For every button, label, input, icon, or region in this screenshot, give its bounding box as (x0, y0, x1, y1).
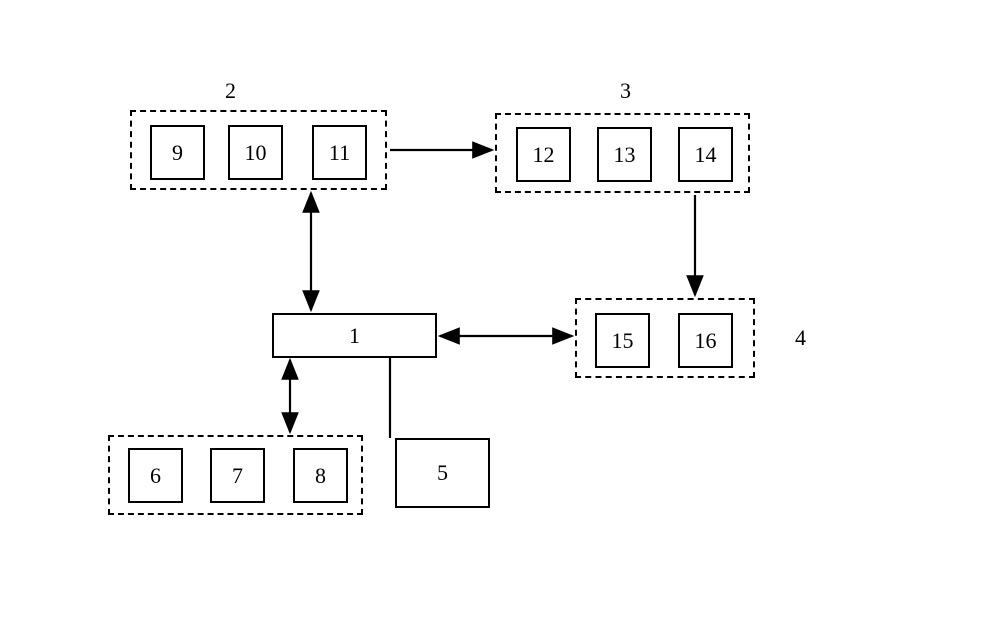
node-7-label: 7 (232, 463, 243, 489)
node-13-label: 13 (614, 142, 636, 168)
node-5-label: 5 (437, 460, 448, 486)
node-12: 12 (516, 127, 571, 182)
node-8-label: 8 (315, 463, 326, 489)
node-13: 13 (597, 127, 652, 182)
node-6-label: 6 (150, 463, 161, 489)
group-4-label: 4 (795, 325, 806, 351)
node-1-label: 1 (349, 323, 360, 349)
node-9-label: 9 (172, 140, 183, 166)
node-11: 11 (312, 125, 367, 180)
node-15: 15 (595, 313, 650, 368)
diagram-canvas: 2 3 4 1 5 9 10 11 12 13 14 15 16 6 (0, 0, 1000, 623)
node-10-label: 10 (245, 140, 267, 166)
node-7: 7 (210, 448, 265, 503)
node-1: 1 (272, 313, 437, 358)
diagram-arrows (0, 0, 1000, 623)
group-2-label: 2 (225, 78, 236, 104)
group-3-label: 3 (620, 78, 631, 104)
node-16-label: 16 (695, 328, 717, 354)
node-5: 5 (395, 438, 490, 508)
node-9: 9 (150, 125, 205, 180)
node-8: 8 (293, 448, 348, 503)
node-10: 10 (228, 125, 283, 180)
node-12-label: 12 (533, 142, 555, 168)
node-14: 14 (678, 127, 733, 182)
node-11-label: 11 (329, 140, 350, 166)
node-14-label: 14 (695, 142, 717, 168)
node-16: 16 (678, 313, 733, 368)
node-15-label: 15 (612, 328, 634, 354)
node-6: 6 (128, 448, 183, 503)
